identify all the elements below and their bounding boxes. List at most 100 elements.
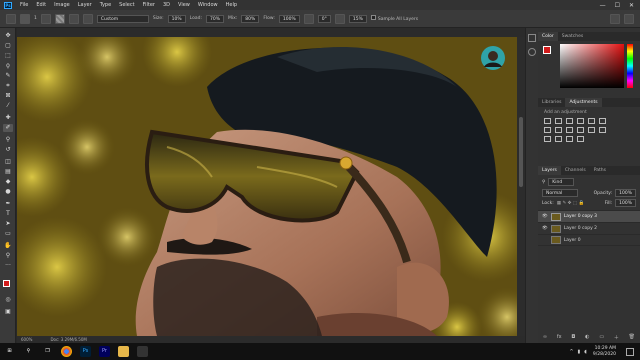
premiere-icon[interactable]: Pr [99,346,110,357]
fill-input[interactable]: 100% [615,199,636,207]
color-lookup-icon[interactable] [599,127,606,133]
delete-layer-icon[interactable]: 🗑 [629,334,635,341]
foreground-color-swatch[interactable] [3,280,10,287]
history-panel-icon[interactable] [528,34,536,42]
smoothing-icon[interactable] [334,13,345,24]
invert-icon[interactable] [544,136,551,142]
layer-filter-search-icon[interactable]: ⚲ [542,180,545,185]
posterize-icon[interactable] [555,136,562,142]
brush-tool-icon[interactable]: ✐ [3,124,13,132]
load-input[interactable]: 70% [205,14,224,23]
lasso-tool-icon[interactable]: ϙ [3,62,13,70]
vibrance-icon[interactable] [588,118,595,124]
tab-layers[interactable]: Layers [538,166,561,175]
adjustment-layer-icon[interactable]: ◐ [585,334,589,341]
properties-panel-icon[interactable] [528,48,536,56]
menu-layer[interactable]: Layer [74,2,96,8]
more-tools-icon[interactable]: ··· [3,262,13,270]
blend-mode-dropdown[interactable]: Normal [542,189,578,197]
type-tool-icon[interactable]: T [3,210,13,218]
maximize-button[interactable]: ☐ [615,2,620,9]
search-icon[interactable] [624,13,634,24]
hue-slider[interactable] [627,44,633,88]
scrollbar-thumb[interactable] [519,117,523,187]
menu-view[interactable]: View [174,2,194,8]
eraser-tool-icon[interactable]: ◫ [3,158,13,166]
tab-swatches[interactable]: Swatches [558,32,588,41]
pen-tool-icon[interactable]: ✒ [3,200,13,208]
clean-brush-icon[interactable] [82,13,93,24]
foreground-color-chip[interactable] [543,46,551,54]
tab-channels[interactable]: Channels [561,166,590,175]
clone-stamp-tool-icon[interactable]: ⚲ [3,136,13,144]
notifications-icon[interactable] [626,347,634,356]
layer-mask-icon[interactable]: ◘ [571,334,575,341]
flow-input[interactable]: 100% [278,14,300,23]
marquee-tool-icon[interactable]: ⬚ [3,52,13,60]
color-swatch-icon[interactable] [54,13,65,24]
levels-icon[interactable] [555,118,562,124]
blur-tool-icon[interactable]: ◆ [3,178,13,186]
screen-mode-icon[interactable]: ▣ [3,308,13,316]
smoothing-input[interactable]: 15% [348,14,367,23]
layer-row[interactable]: 👁 Layer 0 [538,234,640,246]
document-canvas[interactable] [17,37,517,336]
brightness-icon[interactable] [544,118,551,124]
dodge-tool-icon[interactable]: ● [3,188,13,196]
visibility-eye-icon[interactable]: 👁 [542,214,548,219]
menu-type[interactable]: Type [96,2,115,8]
rectangle-tool-icon[interactable]: ▭ [3,230,13,238]
quick-select-tool-icon[interactable]: ✎ [3,72,13,80]
wet-input[interactable]: 10% [167,14,186,23]
lock-icons[interactable]: ▦ ✎ ✥ ⬚ 🔒 [557,201,584,206]
black-white-icon[interactable] [566,127,573,133]
layer-name[interactable]: Layer 0 [564,238,581,243]
frame-tool-icon[interactable]: ⊠ [3,92,13,100]
artboard-tool-icon[interactable]: ▢ [3,42,13,50]
vertical-scrollbar[interactable] [517,37,525,336]
color-balance-icon[interactable] [555,127,562,133]
visibility-eye-icon[interactable]: 👁 [542,226,548,231]
healing-brush-tool-icon[interactable]: ✚ [3,114,13,122]
search-icon[interactable]: ⚲ [23,346,34,357]
load-brush-icon[interactable] [68,13,79,24]
network-icon[interactable]: ▮ [578,349,581,355]
crop-tool-icon[interactable]: ⌗ [3,82,13,90]
mode-dropdown[interactable]: Custom [96,14,149,23]
hue-saturation-icon[interactable] [544,127,551,133]
store-icon[interactable] [137,346,148,357]
quick-mask-icon[interactable]: ◎ [3,296,13,304]
layer-row[interactable]: 👁 Layer 0 copy 3 [538,210,640,222]
taskbar-clock[interactable]: 10:29 AM 9/28/2020 [593,346,626,358]
windows-icon[interactable]: ⊞ [4,346,15,357]
menu-file[interactable]: File [16,2,32,8]
exposure-icon[interactable] [577,118,584,124]
link-layers-icon[interactable]: ∞ [543,334,547,341]
menu-edit[interactable]: Edit [32,2,50,8]
menu-help[interactable]: Help [222,2,241,8]
menu-image[interactable]: Image [50,2,74,8]
group-icon[interactable]: ▭ [599,334,604,341]
layer-name[interactable]: Layer 0 copy 3 [564,214,597,219]
curves-icon[interactable] [566,118,573,124]
minimize-button[interactable]: — [600,2,606,9]
opacity-input[interactable]: 100% [615,189,636,197]
airbrush-icon[interactable] [303,13,314,24]
tab-libraries[interactable]: Libraries [538,98,565,107]
sample-all-layers-option[interactable]: Sample All Layers [370,15,418,22]
mixer-brush-tool-icon[interactable] [20,13,30,24]
hand-tool-icon[interactable]: ✋ [3,242,13,250]
photo-filter-icon[interactable] [577,127,584,133]
selective-color-icon[interactable] [577,136,584,142]
gradient-tool-icon[interactable]: ▤ [3,168,13,176]
eyedropper-tool-icon[interactable]: ⁄ [3,102,13,110]
close-window-button[interactable]: ✕ [629,2,634,9]
menu-3d[interactable]: 3D [159,2,174,8]
tab-adjustments[interactable]: Adjustments [565,98,602,107]
chrome-icon[interactable] [61,346,72,357]
tab-paths[interactable]: Paths [590,166,610,175]
zoom-level[interactable]: 600% [21,337,32,342]
history-brush-tool-icon[interactable]: ↺ [3,146,13,154]
layer-row[interactable]: 👁 Layer 0 copy 2 [538,222,640,234]
layer-style-icon[interactable]: fx [557,334,562,341]
